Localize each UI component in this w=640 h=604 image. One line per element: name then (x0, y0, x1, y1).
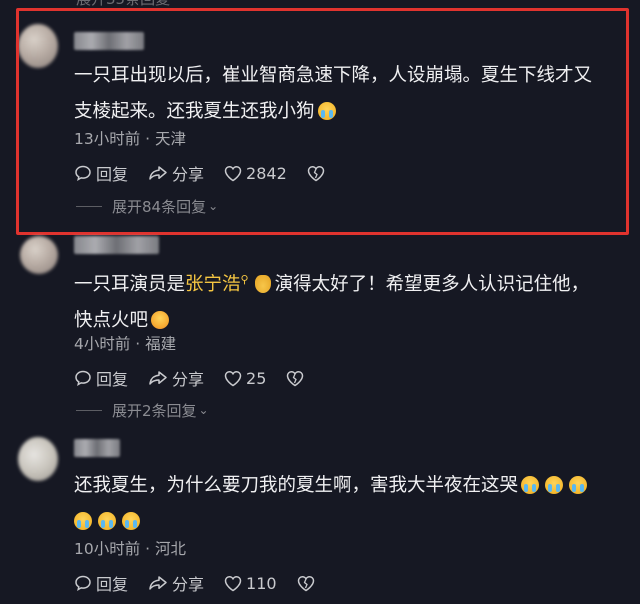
comment-actions: 回复 分享 110 (74, 571, 315, 595)
comment-line: 一只耳演员是张宁浩⚲ 演得太好了！希望更多人认识记住他， (74, 273, 590, 296)
heart-outline-icon (224, 370, 242, 386)
divider-dash (76, 409, 102, 411)
like-button[interactable]: 110 (224, 574, 277, 593)
share-arrow-icon (149, 576, 167, 590)
reply-button[interactable]: 回复 (74, 366, 128, 390)
share-arrow-icon (149, 371, 167, 385)
blushing-emoji-icon (151, 311, 170, 330)
expand-replies-button[interactable]: 展开2条回复 ⌄ (76, 399, 209, 421)
comment-line: 还我夏生，为什么要刀我的夏生啊，害我大半夜在这哭 (74, 468, 590, 504)
clapping-emoji-icon (254, 275, 271, 294)
crying-emoji-icon (98, 512, 116, 530)
crying-emoji-icon (569, 476, 588, 494)
avatar[interactable] (18, 437, 58, 481)
comment-body: 一只耳演员是张宁浩⚲ 演得太好了！希望更多人认识记住他， 快点火吧 (74, 262, 589, 339)
username-redacted[interactable] (74, 439, 120, 457)
highlight-annotation-box (16, 8, 629, 235)
partial-expand-label: 展开35条回复 (76, 0, 170, 8)
comment-actions: 回复 分享 25 (74, 366, 304, 390)
reply-label: 回复 (96, 370, 129, 389)
like-count: 25 (246, 368, 267, 388)
crying-emoji-icon (521, 476, 540, 494)
comment-bubble-icon (75, 575, 91, 591)
share-button[interactable]: 分享 (148, 571, 204, 595)
expand-replies-label: 展开2条回复 (112, 401, 197, 420)
crying-emoji-icon (122, 512, 140, 530)
broken-heart-icon (297, 575, 314, 591)
crying-emoji-icon (74, 512, 92, 530)
reply-button[interactable]: 回复 (74, 571, 128, 595)
share-label: 分享 (172, 370, 205, 389)
dislike-button[interactable] (297, 575, 315, 592)
dislike-button[interactable] (286, 370, 304, 387)
comment-meta: 10小时前 · 河北 (74, 537, 186, 559)
share-button[interactable]: 分享 (148, 366, 204, 390)
share-label: 分享 (172, 575, 205, 594)
username-redacted[interactable] (74, 236, 159, 254)
crying-emoji-icon (545, 476, 564, 494)
comment-bubble-icon (75, 370, 91, 386)
actor-name-link[interactable]: 张宁浩 (185, 274, 241, 295)
reply-label: 回复 (96, 575, 129, 594)
heart-outline-icon (224, 575, 242, 591)
search-icon[interactable]: ⚲ (241, 273, 249, 286)
time-location: 10小时前 · 河北 (74, 540, 187, 558)
comment-meta: 4小时前 · 福建 (74, 332, 176, 354)
comment-line (71, 504, 590, 540)
chevron-down-icon: ⌄ (198, 403, 209, 417)
like-button[interactable]: 25 (224, 369, 266, 388)
broken-heart-icon (287, 370, 304, 386)
comment-body: 还我夏生，为什么要刀我的夏生啊，害我大半夜在这哭 (74, 468, 590, 540)
avatar[interactable] (20, 236, 58, 274)
like-count: 110 (246, 573, 277, 593)
comment-feed: 展开35条回复 一只耳出现以后，崔业智商急速下降，人设崩塌。夏生下线才又 支棱起… (0, 0, 640, 604)
time-location: 4小时前 · 福建 (74, 335, 177, 353)
